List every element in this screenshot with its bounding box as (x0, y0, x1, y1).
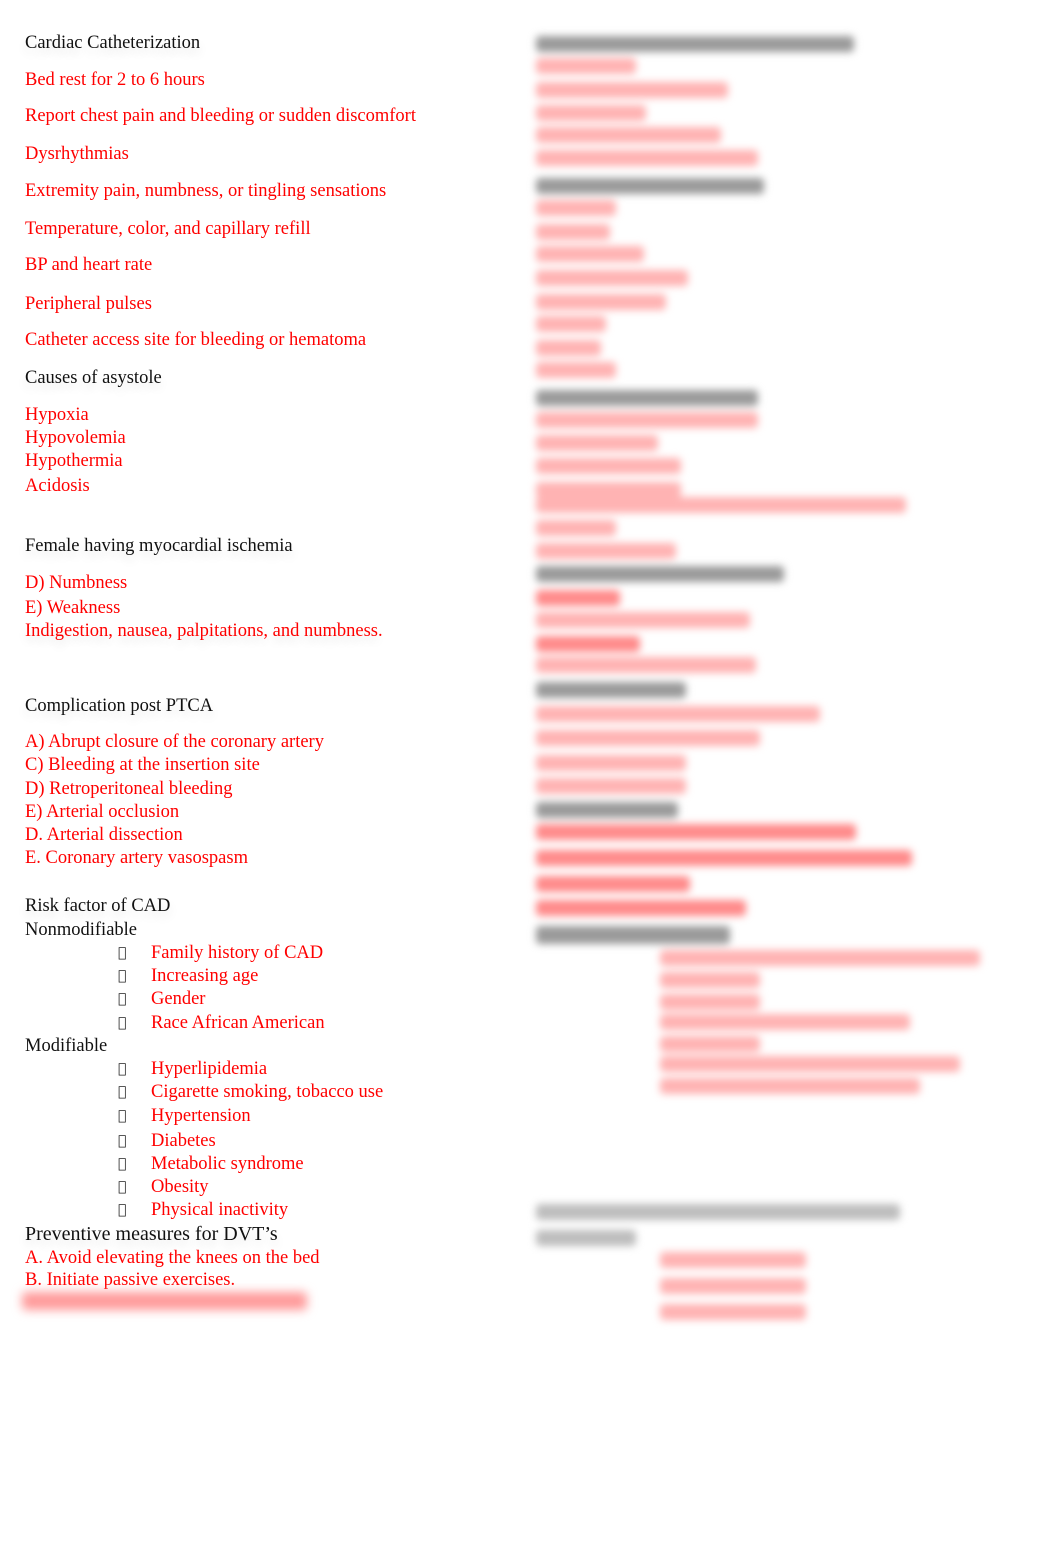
blurred-line (660, 994, 760, 1010)
blurred-line (536, 127, 721, 143)
blurred-line (536, 224, 610, 240)
blurred-heading (536, 178, 764, 194)
blurred-line (536, 755, 686, 771)
blurred-line (536, 778, 686, 794)
blurred-heading (536, 566, 784, 582)
blurred-line (536, 458, 681, 474)
blurred-line (536, 105, 646, 121)
blurred-line (660, 1014, 910, 1030)
blurred-heading (536, 1204, 900, 1220)
blurred-line (536, 340, 601, 356)
blurred-line (536, 636, 640, 652)
blurred-right-column (0, 0, 1062, 1561)
blurred-line (536, 294, 666, 310)
blurred-line (536, 58, 636, 74)
blurred-line (536, 657, 756, 673)
blurred-line (536, 412, 758, 428)
blurred-heading (536, 36, 854, 52)
blurred-line (536, 876, 690, 892)
blurred-line (536, 200, 616, 216)
blurred-line (660, 1304, 806, 1320)
blurred-line (536, 435, 658, 451)
blurred-line (536, 730, 760, 746)
blurred-line (536, 850, 912, 866)
blurred-heading (536, 926, 730, 944)
blurred-line (660, 950, 980, 966)
blurred-line (660, 1036, 760, 1052)
blurred-line (536, 316, 606, 332)
blurred-line (660, 1278, 806, 1294)
blurred-line (536, 362, 616, 378)
blurred-line (660, 1252, 806, 1268)
blurred-heading (536, 682, 686, 698)
blurred-line (536, 590, 620, 606)
blurred-line (536, 497, 906, 513)
blurred-heading (536, 1230, 636, 1246)
blurred-line (660, 1056, 960, 1072)
blurred-line (536, 706, 820, 722)
blurred-line (536, 482, 681, 498)
blurred-line (536, 824, 856, 840)
blurred-line (536, 246, 644, 262)
blurred-heading (536, 390, 758, 406)
blurred-line (536, 543, 676, 559)
blurred-line (660, 972, 760, 988)
blurred-line (536, 612, 750, 628)
blurred-line (536, 900, 746, 916)
blurred-line (536, 520, 616, 536)
blurred-line (536, 270, 688, 286)
blurred-line (660, 1078, 920, 1094)
blurred-line (536, 150, 758, 166)
blurred-line (536, 82, 728, 98)
blurred-heading (536, 802, 678, 818)
